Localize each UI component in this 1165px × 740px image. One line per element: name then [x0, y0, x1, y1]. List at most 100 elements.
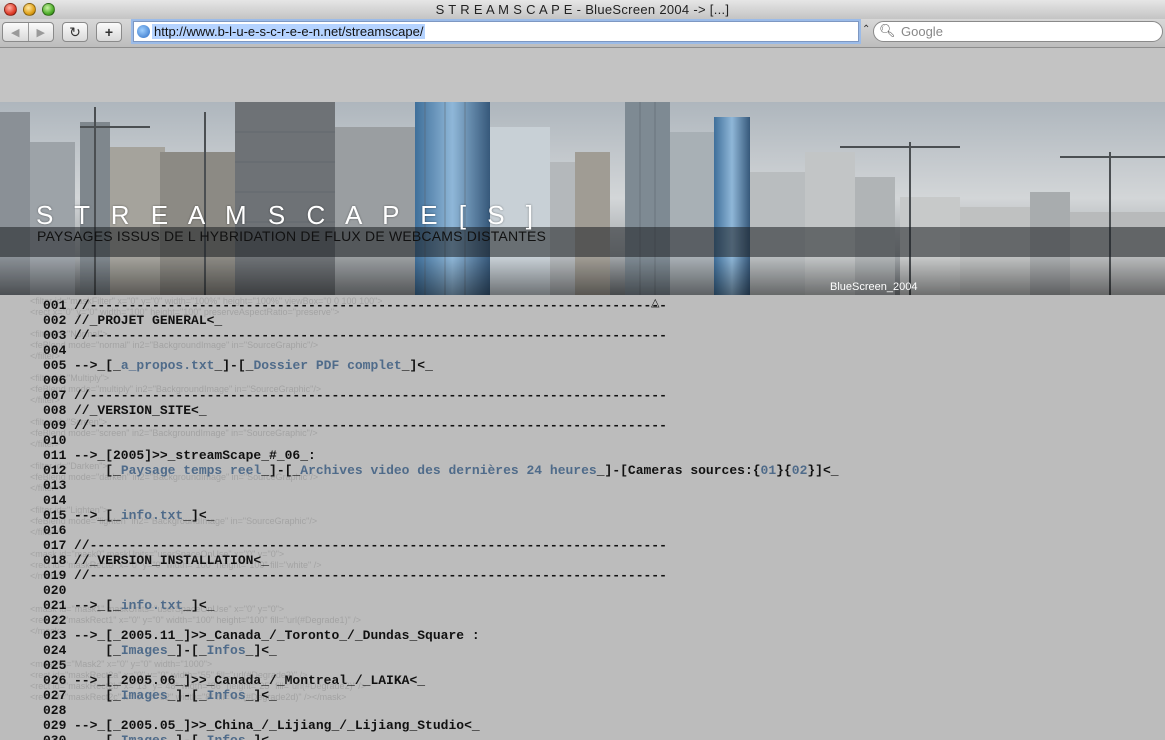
reload-button[interactable]: ↻	[62, 22, 88, 42]
line-number: 017	[43, 538, 67, 553]
listing-text: _]-[_	[168, 733, 207, 740]
listing-text: _]<_	[246, 733, 277, 740]
listing-text: _]<_	[245, 688, 277, 703]
header-banner: S T R E A M S C A P E [ S ] PAYSAGES ISS…	[0, 102, 1165, 295]
listing-text: //--------------------------------------…	[74, 328, 667, 343]
listing-text: }{	[776, 463, 792, 478]
listing-line: 020	[43, 583, 74, 598]
line-number: 010	[43, 433, 67, 448]
line-number: 009	[43, 418, 67, 433]
listing-line: 030 [_Images_]-[_Infos_]<_	[43, 733, 277, 740]
window-title: S T R E A M S C A P E - BlueScreen 2004 …	[435, 2, 730, 17]
line-number: 025	[43, 658, 67, 673]
listing-link[interactable]: Infos	[207, 688, 246, 703]
banner-credit: BlueScreen_2004	[830, 281, 918, 293]
line-number: 030	[43, 733, 74, 740]
listing-link[interactable]: Paysage temps reel	[121, 463, 261, 478]
listing-text: -->_[_2005.11_]>>_Canada_/_Toronto_/_Dun…	[74, 628, 480, 643]
listing-line: 027 [_Images_]-[_Infos_]<_	[43, 688, 277, 703]
listing-line: 003 //-----------------------------------…	[43, 328, 667, 343]
listing-text: [_	[74, 688, 121, 703]
listing-text: [_	[74, 463, 121, 478]
listing-line: 028	[43, 703, 74, 718]
listing-text: //--------------------------------------…	[74, 568, 667, 583]
listing-link[interactable]: a_propos.txt	[121, 358, 215, 373]
listing-text: -->_[_2005.05_]>>_China_/_Lijiang_/_Liji…	[74, 718, 480, 733]
line-number: 013	[43, 478, 67, 493]
globe-icon	[137, 25, 150, 38]
line-number: 016	[43, 523, 67, 538]
url-history-chevron-icon[interactable]: ⌃	[862, 24, 870, 35]
listing-line: 016	[43, 523, 74, 538]
listing-text: _]-[_	[167, 643, 207, 658]
listing-line: 018 //_VERSION_INSTALLATION<_	[43, 553, 269, 568]
listing-text: _]-[Cameras sources:{	[596, 463, 761, 478]
listing-line: 026 -->_[_2005.06_]>>_Canada_/_Montreal_/…	[43, 673, 425, 688]
listing-text: _]-[_	[214, 358, 254, 373]
line-number: 014	[43, 493, 67, 508]
line-number: 011	[43, 448, 67, 463]
line-number: 024	[43, 643, 67, 658]
listing-link[interactable]: Infos	[207, 733, 246, 740]
listing-text: //--------------------------------------…	[74, 298, 667, 313]
listing-line: 029 -->_[_2005.05_]>>_China_/_Lijiang_/_L…	[43, 718, 480, 733]
forward-icon[interactable]: ▶	[29, 26, 54, 39]
search-icon[interactable]: 🔍︎	[879, 23, 896, 39]
listing-link[interactable]: Archives video des dernières 24 heures	[300, 463, 596, 478]
listing-link[interactable]: Images	[121, 688, 168, 703]
url-text[interactable]: http://www.b-l-u-e-s-c-r-e-e-n.net/strea…	[152, 24, 426, 39]
listing-text: -->_[_	[74, 358, 121, 373]
listing-text: _]<_	[245, 643, 277, 658]
line-number: 020	[43, 583, 67, 598]
window-titlebar: S T R E A M S C A P E - BlueScreen 2004 …	[0, 0, 1165, 20]
page-listing: <filter id="maskFilter" x="0" y="0" widt…	[0, 296, 1165, 740]
listing-line: 010	[43, 433, 74, 448]
listing-text: _]-[_	[261, 463, 301, 478]
listing-line: 024 [_Images_]-[_Infos_]<_	[43, 643, 277, 658]
listing-link[interactable]: Images	[121, 733, 168, 740]
listing-text: [_	[74, 643, 121, 658]
search-field[interactable]: 🔍︎ Google	[873, 21, 1163, 42]
listing-line: 004	[43, 343, 74, 358]
listing-text: _]<_	[183, 598, 215, 613]
line-number: 019	[43, 568, 67, 583]
search-placeholder: Google	[901, 24, 943, 39]
line-number: 022	[43, 613, 67, 628]
listing-line: 013	[43, 478, 74, 493]
listing-text: [_	[74, 733, 121, 740]
listing-link[interactable]: Dossier PDF complet	[253, 358, 401, 373]
listing-link[interactable]: Infos	[207, 643, 246, 658]
add-bookmark-button[interactable]: +	[96, 22, 122, 42]
line-number: 003	[43, 328, 67, 343]
listing-text: -->_[2005]>>_streamScape_#_06_:	[74, 448, 316, 463]
line-number: 023	[43, 628, 67, 643]
line-number: 028	[43, 703, 67, 718]
listing-line: 002 //_PROJET GENERAL<_	[43, 313, 222, 328]
site-title: S T R E A M S C A P E [ S ]	[36, 200, 541, 230]
plus-icon: +	[104, 24, 114, 40]
listing-text: //--------------------------------------…	[74, 388, 667, 403]
listing-text: //_VERSION_SITE<_	[74, 403, 207, 418]
listing-line: 008 //_VERSION_SITE<_	[43, 403, 207, 418]
browser-toolbar: ◀ ▶ ↻ + http://www.b-l-u-e-s-c-r-e-e-n.n…	[0, 19, 1165, 48]
listing-link[interactable]: info.txt	[121, 508, 183, 523]
back-icon[interactable]: ◀	[3, 26, 28, 39]
listing-text: _]<_	[401, 358, 433, 373]
listing-link[interactable]: 01	[761, 463, 777, 478]
line-number: 008	[43, 403, 67, 418]
line-number: 005	[43, 358, 67, 373]
listing-line: 009 //-----------------------------------…	[43, 418, 667, 433]
address-bar[interactable]: http://www.b-l-u-e-s-c-r-e-e-n.net/strea…	[133, 21, 859, 42]
listing-text: //_PROJET GENERAL<_	[74, 313, 223, 328]
listing-link[interactable]: 02	[792, 463, 808, 478]
line-number: 021	[43, 598, 67, 613]
line-number: 015	[43, 508, 67, 523]
line-number: 018	[43, 553, 67, 568]
reload-icon: ↻	[69, 23, 81, 40]
listing-link[interactable]: info.txt	[121, 598, 183, 613]
listing-line: 023 -->_[_2005.11_]>>_Canada_/_Toronto_/_…	[43, 628, 480, 643]
site-subtitle: PAYSAGES ISSUS DE L HYBRIDATION DE FLUX …	[37, 228, 547, 244]
listing-text: //--------------------------------------…	[74, 538, 667, 553]
listing-link[interactable]: Images	[121, 643, 168, 658]
listing-line: 019 //-----------------------------------…	[43, 568, 667, 583]
